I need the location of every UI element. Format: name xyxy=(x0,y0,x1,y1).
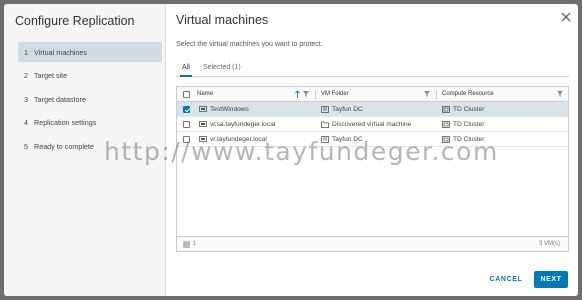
filter-icon[interactable] xyxy=(303,91,309,97)
row-checkbox[interactable] xyxy=(183,121,190,128)
vm-name: vr.tayfundeger.local xyxy=(210,135,267,143)
step-number: 4 xyxy=(24,118,28,127)
datacenter-icon xyxy=(321,105,329,113)
filter-icon[interactable] xyxy=(557,91,563,97)
vm-name: vcsa.tayfundeger.local xyxy=(210,120,276,128)
step-label: Target datastore xyxy=(34,94,86,104)
step-label: Target site xyxy=(34,71,68,80)
vm-folder-cell: Tayfun DC xyxy=(321,132,363,146)
datagrid-header: Name VM Folder Compute Resource xyxy=(177,87,568,102)
step-target-datastore[interactable]: 3 Target datastore xyxy=(18,89,162,109)
vm-icon xyxy=(199,120,207,127)
step-number: 1 xyxy=(24,47,28,57)
column-name-label: Name xyxy=(197,91,214,97)
datacenter-icon xyxy=(321,135,329,143)
close-icon[interactable] xyxy=(560,11,572,23)
compute-resource: TD Cluster xyxy=(453,105,485,113)
column-resource-header[interactable]: Compute Resource xyxy=(442,87,552,101)
column-divider[interactable] xyxy=(315,90,316,99)
selected-count: 1 xyxy=(193,241,197,247)
wizard-steps: 1 Virtual machines 2 Target site 3 Targe… xyxy=(18,42,162,160)
wizard-content: Virtual machines Select the virtual mach… xyxy=(166,4,578,296)
compute-resource-cell: TD Cluster xyxy=(442,132,485,146)
cancel-button[interactable]: CANCEL xyxy=(486,271,526,288)
step-ready-to-complete[interactable]: 5 Ready to complete xyxy=(18,136,162,156)
row-checkbox[interactable] xyxy=(183,136,190,143)
column-folder-header[interactable]: VM Folder xyxy=(321,87,431,101)
column-divider[interactable] xyxy=(436,90,437,99)
vm-folder: Discovered virtual machine xyxy=(332,120,412,128)
vm-datagrid: Name VM Folder Compute Resource TestWind… xyxy=(176,86,569,252)
tab-selected[interactable]: Selected (1) xyxy=(203,64,241,77)
vm-folder: Tayfun DC xyxy=(332,105,363,113)
table-row[interactable]: vcsa.tayfundeger.local Discovered virtua… xyxy=(177,117,568,132)
column-resource-label: Compute Resource xyxy=(442,91,494,97)
table-row[interactable]: TestWindows Tayfun DC TD Cluster xyxy=(177,102,568,117)
step-label: Replication settings xyxy=(34,118,97,127)
page-title: Virtual machines xyxy=(176,13,269,27)
compute-resource-cell: TD Cluster xyxy=(442,117,485,131)
step-label: Ready to complete xyxy=(34,141,94,151)
compute-resource: TD Cluster xyxy=(453,135,485,143)
filter-icon[interactable] xyxy=(424,91,430,97)
vm-name-cell: vcsa.tayfundeger.local xyxy=(199,117,275,131)
vm-name-cell: TestWindows xyxy=(199,102,249,116)
cluster-icon xyxy=(442,105,450,113)
cluster-icon xyxy=(442,135,450,143)
step-label: Virtual machines xyxy=(34,47,88,57)
vm-folder: Tayfun DC xyxy=(332,135,363,143)
step-number: 3 xyxy=(24,94,28,104)
folder-icon xyxy=(321,121,329,128)
wizard-sidebar: Configure Replication 1 Virtual machines… xyxy=(4,4,166,296)
column-folder-label: VM Folder xyxy=(321,91,349,97)
vm-name: TestWindows xyxy=(210,105,249,113)
compute-resource-cell: TD Cluster xyxy=(442,102,485,116)
next-button[interactable]: NEXT xyxy=(534,271,568,288)
step-target-site[interactable]: 2 Target site xyxy=(18,66,162,86)
step-number: 2 xyxy=(24,71,28,80)
vm-icon xyxy=(199,105,207,112)
vm-name-cell: vr.tayfundeger.local xyxy=(199,132,267,146)
select-all-checkbox[interactable] xyxy=(183,91,190,98)
vm-folder-cell: Tayfun DC xyxy=(321,102,363,116)
configure-replication-dialog: Configure Replication 1 Virtual machines… xyxy=(4,4,578,296)
tab-all[interactable]: All xyxy=(180,64,192,77)
vm-folder-cell: Discovered virtual machine xyxy=(321,117,411,131)
step-number: 5 xyxy=(24,141,28,151)
cluster-icon xyxy=(442,120,450,128)
vm-icon xyxy=(199,135,207,142)
compute-resource: TD Cluster xyxy=(453,120,485,128)
sort-ascending-icon[interactable] xyxy=(295,91,300,98)
row-checkbox[interactable] xyxy=(183,106,190,113)
table-row[interactable]: vr.tayfundeger.local Tayfun DC TD Cluste… xyxy=(177,132,568,147)
selection-indicator-icon xyxy=(183,241,190,248)
step-virtual-machines[interactable]: 1 Virtual machines xyxy=(18,42,162,62)
vm-tabs: All Selected (1) xyxy=(176,62,569,77)
datagrid-footer: 1 3 VM(s) xyxy=(177,236,568,251)
page-subtitle: Select the virtual machines you want to … xyxy=(176,41,323,48)
dialog-title: Configure Replication xyxy=(15,14,135,28)
step-replication-settings[interactable]: 4 Replication settings xyxy=(18,113,162,133)
total-count: 3 VM(s) xyxy=(539,241,560,247)
